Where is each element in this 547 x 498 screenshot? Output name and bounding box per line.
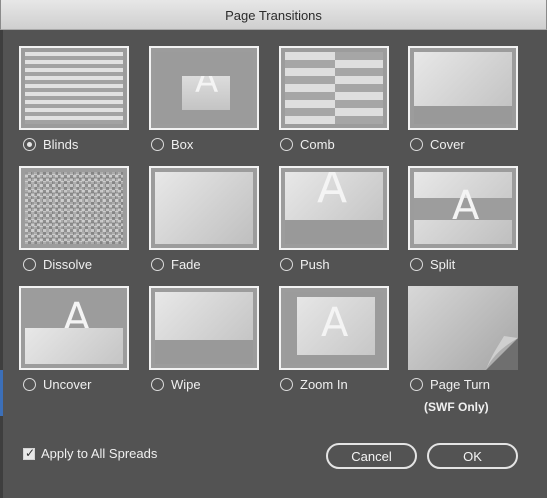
letter-a-zoom: A	[321, 300, 349, 346]
radio-box[interactable]	[151, 138, 164, 151]
label-cover: Cover	[430, 137, 465, 152]
page-curl-icon	[486, 336, 518, 370]
apply-all-checkbox[interactable]: ✓	[23, 445, 36, 460]
apply-all-spreads[interactable]: ✓ Apply to All Spreads	[23, 446, 157, 461]
radio-zoom-in[interactable]	[280, 378, 293, 391]
radio-push[interactable]	[280, 258, 293, 271]
uncover-preview: A	[25, 292, 123, 364]
letter-a-split: A	[452, 183, 480, 229]
radio-cover[interactable]	[410, 138, 423, 151]
thumb-blinds[interactable]	[19, 46, 129, 130]
radio-blinds[interactable]	[23, 138, 36, 151]
letter-a-push: A	[317, 172, 348, 213]
blinds-preview	[25, 52, 123, 124]
thumb-wipe[interactable]	[149, 286, 259, 370]
radio-fade[interactable]	[151, 258, 164, 271]
radio-page-turn[interactable]	[410, 378, 423, 391]
label-blinds: Blinds	[43, 137, 79, 152]
split-preview: A	[414, 172, 512, 244]
label-box: Box	[171, 137, 194, 152]
radio-comb[interactable]	[280, 138, 293, 151]
cover-preview	[414, 52, 512, 124]
zoom-in-preview: A	[285, 292, 383, 364]
label-comb: Comb	[300, 137, 335, 152]
label-fade: Fade	[171, 257, 201, 272]
page-turn-note: (SWF Only)	[424, 400, 489, 414]
label-uncover: Uncover	[43, 377, 92, 392]
dialog-title: Page Transitions	[225, 8, 322, 23]
thumb-split[interactable]: A	[408, 166, 518, 250]
ok-button[interactable]: OK	[427, 443, 518, 469]
comb-preview	[285, 52, 383, 124]
thumb-page-turn[interactable]	[408, 286, 518, 370]
option-uncover[interactable]: Uncover	[23, 377, 91, 392]
radio-split[interactable]	[410, 258, 423, 271]
option-dissolve[interactable]: Dissolve	[23, 257, 92, 272]
checkmark-icon: ✓	[25, 445, 36, 460]
cancel-button[interactable]: Cancel	[326, 443, 417, 469]
option-wipe[interactable]: Wipe	[151, 377, 201, 392]
push-preview: A	[285, 172, 383, 244]
thumb-uncover[interactable]: A	[19, 286, 129, 370]
label-dissolve: Dissolve	[43, 257, 93, 272]
option-blinds[interactable]: Blinds	[23, 137, 78, 152]
wipe-preview	[155, 292, 253, 364]
label-push: Push	[300, 257, 330, 272]
label-page-turn: Page Turn	[430, 377, 490, 392]
thumb-push[interactable]: A	[279, 166, 389, 250]
option-cover[interactable]: Cover	[410, 137, 465, 152]
option-split[interactable]: Split	[410, 257, 455, 272]
option-fade[interactable]: Fade	[151, 257, 201, 272]
label-split: Split	[430, 257, 456, 272]
thumb-zoom-in[interactable]: A	[279, 286, 389, 370]
letter-a-box: A	[195, 76, 219, 101]
label-zoom-in: Zoom In	[300, 377, 348, 392]
dissolve-preview	[25, 172, 123, 244]
option-zoom-in[interactable]: Zoom In	[280, 377, 348, 392]
page-turn-preview	[408, 286, 518, 370]
option-page-turn[interactable]: Page Turn	[410, 377, 490, 392]
option-push[interactable]: Push	[280, 257, 330, 272]
fade-preview	[155, 172, 253, 244]
title-bar: Page Transitions	[0, 0, 547, 30]
thumb-dissolve[interactable]	[19, 166, 129, 250]
label-wipe: Wipe	[171, 377, 201, 392]
radio-dissolve[interactable]	[23, 258, 36, 271]
option-comb[interactable]: Comb	[280, 137, 335, 152]
box-preview: A	[155, 52, 253, 124]
apply-all-label: Apply to All Spreads	[41, 446, 158, 461]
window-edge	[0, 30, 3, 498]
option-box[interactable]: Box	[151, 137, 193, 152]
thumb-fade[interactable]	[149, 166, 259, 250]
thumb-comb[interactable]	[279, 46, 389, 130]
radio-wipe[interactable]	[151, 378, 164, 391]
thumb-box[interactable]: A	[149, 46, 259, 130]
thumb-cover[interactable]	[408, 46, 518, 130]
radio-uncover[interactable]	[23, 378, 36, 391]
edge-highlight	[0, 370, 3, 416]
